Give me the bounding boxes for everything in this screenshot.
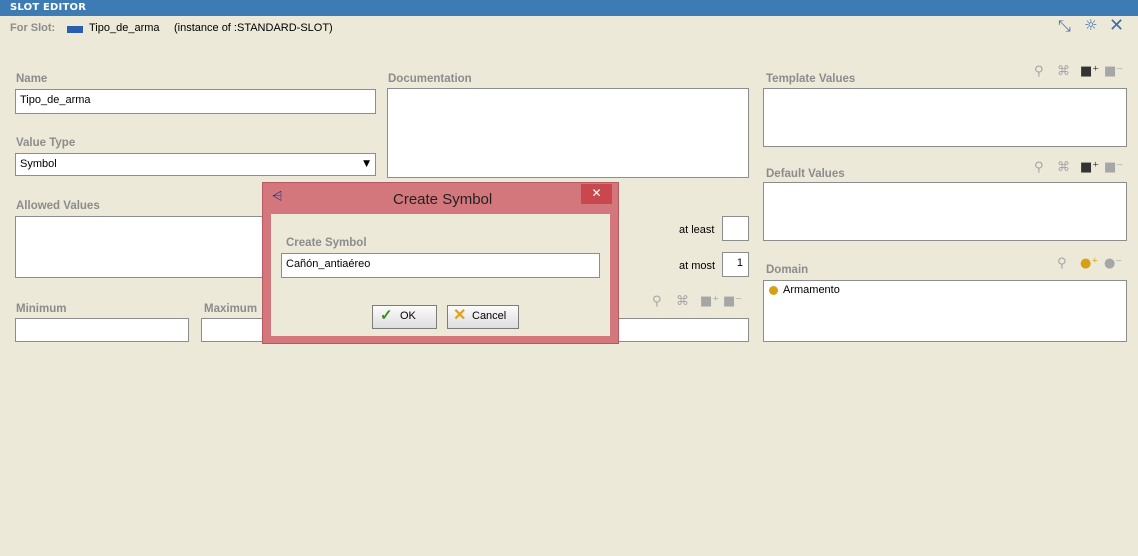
close-editor-icon[interactable]: ✕ [1109, 15, 1124, 36]
ok-button[interactable]: ✓ OK [372, 305, 437, 329]
domain-add-icon[interactable]: ●⁺ [1080, 256, 1098, 271]
dialog-field-label: Create Symbol [286, 237, 367, 249]
slot-icon [67, 26, 83, 33]
at-most-value: 1 [736, 257, 743, 269]
template-values-label: Template Values [766, 73, 856, 85]
name-value: Tipo_de_arma [20, 94, 91, 106]
window-title: SLOT EDITOR [10, 2, 87, 13]
chevron-down-icon[interactable]: ▼ [363, 159, 370, 169]
template-create-icon[interactable]: ■⁺ [1080, 64, 1099, 79]
at-least-field[interactable] [722, 216, 749, 241]
values-delete-icon[interactable]: ■⁻ [723, 294, 742, 309]
values-create-icon[interactable]: ■⁺ [700, 294, 719, 309]
documentation-field[interactable] [387, 88, 749, 178]
value-type-select[interactable]: Symbol ▼ [15, 153, 376, 176]
values-remove-icon[interactable]: ⌘ [676, 294, 689, 309]
at-least-label: at least [679, 224, 715, 236]
values-field[interactable] [612, 318, 749, 342]
dialog-close-button[interactable]: ✕ [581, 184, 612, 204]
template-values-list[interactable] [763, 88, 1127, 147]
minimum-label: Minimum [16, 303, 67, 315]
pin-icon[interactable]: ⤡ [1058, 16, 1071, 36]
for-slot-label: For Slot: [10, 22, 56, 34]
domain-remove-icon[interactable]: ●⁻ [1104, 256, 1122, 271]
domain-search-icon[interactable]: ⚲ [1057, 256, 1067, 271]
create-symbol-dialog: ⩤ Create Symbol ✕ Create Symbol Cañón_an… [262, 182, 619, 344]
allowed-values-label: Allowed Values [16, 200, 100, 212]
slot-name: Tipo_de_arma [89, 22, 160, 34]
cancel-x-icon: ✕ [453, 307, 467, 324]
default-delete-icon[interactable]: ■⁻ [1104, 160, 1123, 175]
domain-item[interactable]: Armamento [783, 284, 840, 296]
domain-list[interactable]: Armamento [763, 280, 1127, 342]
class-icon [769, 286, 778, 295]
cancel-label: Cancel [472, 310, 507, 322]
ok-label: OK [400, 310, 416, 322]
checkmark-icon: ✓ [380, 307, 393, 324]
template-delete-icon[interactable]: ■⁻ [1104, 64, 1123, 79]
configure-icon[interactable]: ☼ [1084, 16, 1097, 34]
name-label: Name [16, 73, 48, 85]
allowed-values-list[interactable] [15, 216, 265, 278]
default-search-icon[interactable]: ⚲ [1034, 160, 1044, 175]
dialog-title: Create Symbol [393, 191, 493, 208]
default-values-label: Default Values [766, 168, 845, 180]
slot-editor-titlebar: SLOT EDITOR [0, 0, 1138, 16]
slot-instance-type: (instance of :STANDARD-SLOT) [174, 22, 333, 34]
documentation-label: Documentation [388, 73, 472, 85]
maximum-label: Maximum [204, 303, 258, 315]
dialog-body: Create Symbol Cañón_antiaéreo ✓ OK ✕ Can… [271, 214, 610, 336]
values-search-icon[interactable]: ⚲ [652, 294, 662, 309]
default-remove-icon[interactable]: ⌘ [1057, 160, 1070, 175]
at-most-label: at most [679, 260, 716, 272]
minimum-field[interactable] [15, 318, 189, 342]
value-type-label: Value Type [16, 137, 76, 149]
value-type-value: Symbol [20, 158, 57, 170]
symbol-name-value: Cañón_antiaéreo [286, 258, 371, 270]
name-field[interactable]: Tipo_de_arma [15, 89, 376, 114]
at-most-field[interactable]: 1 [722, 252, 749, 277]
domain-label: Domain [766, 264, 809, 276]
maximum-field[interactable] [201, 318, 269, 342]
default-values-list[interactable] [763, 182, 1127, 241]
symbol-name-input[interactable]: Cañón_antiaéreo [281, 253, 600, 278]
default-create-icon[interactable]: ■⁺ [1080, 160, 1099, 175]
protege-icon: ⩤ [272, 189, 283, 204]
template-search-icon[interactable]: ⚲ [1034, 64, 1044, 79]
template-remove-icon[interactable]: ⌘ [1057, 64, 1070, 79]
cancel-button[interactable]: ✕ Cancel [447, 305, 519, 329]
